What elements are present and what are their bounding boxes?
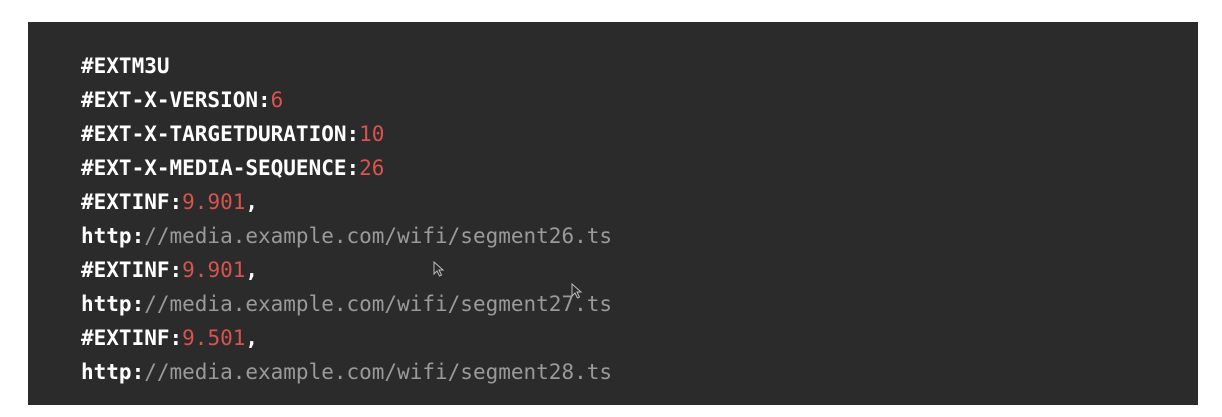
url-scheme: http: [81,292,145,316]
url-path: //media.example.com/wifi/segment27.ts [144,292,613,316]
tag-text: #EXTINF: [81,190,183,214]
code-line: #EXTM3U [81,49,1198,83]
tag-value: 9.901 [182,190,246,214]
code-line: #EXTINF:9.901, [81,253,1198,287]
tag-text: #EXTINF: [81,258,183,282]
tag-value: 9.501 [182,326,246,350]
tag-text: #EXT-X-MEDIA-SEQUENCE: [81,156,360,180]
tag-value: 10 [359,122,385,146]
tag-text: #EXT-X-TARGETDURATION: [81,122,360,146]
tag-value: 6 [270,88,284,112]
tag-value: 9.901 [182,258,246,282]
url-line: http://media.example.com/wifi/segment26.… [81,219,1198,253]
code-line: #EXTINF:9.901, [81,185,1198,219]
code-line: #EXT-X-VERSION:6 [81,83,1198,117]
tag-value: 26 [359,156,385,180]
code-block: #EXTM3U #EXT-X-VERSION:6 #EXT-X-TARGETDU… [28,22,1198,405]
url-scheme: http: [81,360,145,384]
tag-text: #EXTINF: [81,326,183,350]
code-line: #EXT-X-TARGETDURATION:10 [81,117,1198,151]
code-line: #EXT-X-MEDIA-SEQUENCE:26 [81,151,1198,185]
tag-suffix: , [245,190,259,214]
url-line: http://media.example.com/wifi/segment28.… [81,355,1198,389]
tag-suffix: , [245,258,259,282]
tag-text: #EXTM3U [81,54,170,78]
url-line: http://media.example.com/wifi/segment27.… [81,287,1198,321]
url-path: //media.example.com/wifi/segment26.ts [144,224,613,248]
code-line: #EXTINF:9.501, [81,321,1198,355]
url-path: //media.example.com/wifi/segment28.ts [144,360,613,384]
tag-suffix: , [245,326,259,350]
tag-text: #EXT-X-VERSION: [81,88,271,112]
url-scheme: http: [81,224,145,248]
